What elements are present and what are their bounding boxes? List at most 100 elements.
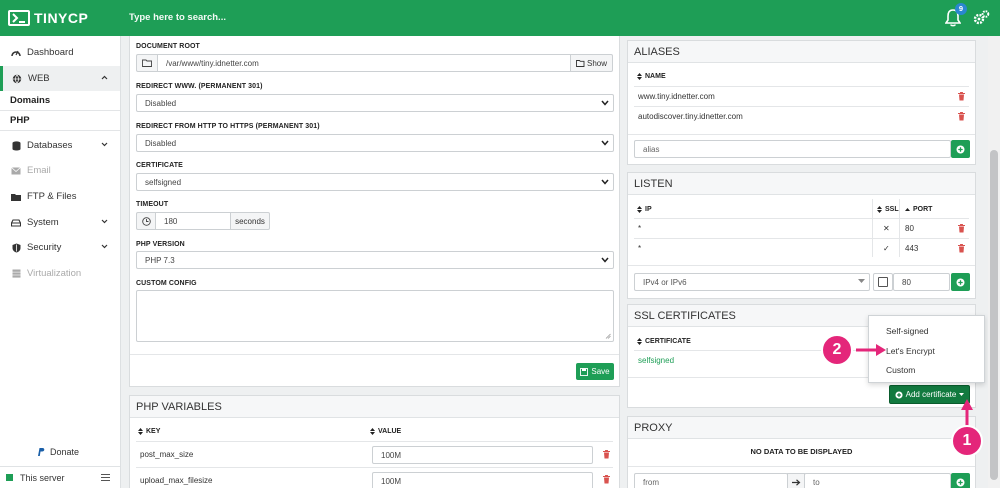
column-header-certificate[interactable]: CERTIFICATE (637, 338, 691, 345)
listen-ssl: ✕ (883, 224, 890, 233)
redirect-www-select[interactable]: Disabled (136, 94, 614, 112)
redirect-www-value: Disabled (145, 98, 177, 108)
server-status-icon (6, 474, 13, 481)
php-version-select[interactable]: PHP 7.3 (136, 251, 614, 269)
sidebar-item-system[interactable]: System (0, 210, 120, 235)
logo-text: TINYCP (34, 10, 89, 26)
trash-icon[interactable] (603, 450, 610, 459)
annotation-step-1: 1 (951, 425, 983, 457)
chevron-up-icon (101, 75, 108, 80)
show-button[interactable]: Show (570, 54, 613, 72)
clock-icon (136, 212, 156, 230)
sidebar-item-label: Security (27, 242, 62, 253)
sidebar-sub-domains[interactable]: Domains (0, 91, 120, 111)
chevron-down-icon (101, 142, 108, 147)
php-version-value: PHP 7.3 (145, 255, 175, 265)
sidebar-item-label: Email (27, 165, 51, 176)
trash-icon[interactable] (958, 224, 965, 233)
save-button[interactable]: Save (576, 363, 614, 380)
column-header-ssl[interactable]: SSL (877, 206, 899, 213)
certificate-value: selfsigned (145, 177, 182, 187)
list-icon (101, 474, 110, 481)
custom-config-textarea[interactable] (136, 290, 614, 342)
scrollbar-thumb[interactable] (990, 150, 998, 480)
proxy-from-input[interactable]: from (634, 473, 788, 488)
column-header-name[interactable]: NAME (637, 73, 666, 80)
sort-icon (637, 73, 642, 80)
donate-link[interactable]: Donate (37, 447, 79, 457)
sidebar-item-label: System (27, 217, 59, 228)
document-root-label: DOCUMENT ROOT (136, 43, 200, 50)
sidebar-item-ftp-files[interactable]: FTP & Files (0, 184, 120, 209)
column-header-port[interactable]: PORT (905, 206, 932, 213)
table-row: upload_max_filesize 100M (136, 467, 613, 488)
listen-panel: LISTEN IP SSL PORT * ✕ 80 * ✓ 443 IPv4 o… (627, 172, 976, 299)
trash-icon[interactable] (958, 244, 965, 253)
trash-icon[interactable] (958, 112, 965, 121)
plus-circle-icon (956, 145, 965, 154)
plus-circle-icon (956, 478, 965, 487)
add-proxy-button[interactable] (951, 473, 970, 488)
sidebar-sub-php[interactable]: PHP (0, 111, 120, 131)
sidebar-item-label: WEB (28, 73, 50, 84)
ssl-checkbox[interactable] (878, 277, 888, 287)
sidebar-item-databases[interactable]: Databases (0, 133, 120, 158)
folder-open-icon (576, 59, 585, 67)
server-label: This server (20, 472, 65, 483)
sidebar-item-label: Virtualization (27, 268, 82, 279)
listen-port: 80 (905, 224, 914, 233)
shield-icon (10, 243, 22, 253)
sidebar-item-web[interactable]: WEB (0, 66, 120, 91)
var-key: post_max_size (140, 450, 194, 459)
ip-select[interactable]: IPv4 or IPv6 (634, 273, 870, 291)
sidebar-item-security[interactable]: Security (0, 235, 120, 260)
server-selector[interactable]: This server (0, 466, 120, 488)
sidebar-item-virtualization[interactable]: Virtualization (0, 261, 120, 286)
logo[interactable]: TINYCP (8, 9, 88, 27)
add-alias-button[interactable] (951, 140, 970, 158)
add-listen-button[interactable] (951, 273, 970, 291)
certificate-select[interactable]: selfsigned (136, 173, 614, 191)
port-field[interactable]: 80 (893, 273, 950, 291)
var-value-field[interactable]: 100M (372, 446, 593, 464)
ssl-checkbox-wrapper[interactable] (873, 273, 893, 291)
sidebar-item-dashboard[interactable]: Dashboard (0, 40, 120, 65)
sort-icon (138, 428, 143, 435)
proxy-to-input[interactable]: to (804, 473, 951, 488)
column-label: CERTIFICATE (645, 338, 691, 345)
save-label: Save (591, 367, 610, 376)
alias-input[interactable]: alias (634, 140, 951, 158)
redirect-https-select[interactable]: Disabled (136, 134, 614, 152)
timeout-field[interactable]: 180 (155, 212, 231, 230)
certificate-link[interactable]: selfsigned (638, 356, 674, 365)
gears-icon[interactable] (972, 9, 990, 27)
plus-circle-icon (956, 278, 965, 287)
timeout-unit: seconds (230, 212, 270, 230)
server-icon (10, 269, 22, 278)
drive-icon (10, 218, 22, 227)
column-header-value[interactable]: VALUE (370, 428, 401, 435)
chevron-down-icon (101, 244, 108, 249)
sort-icon (637, 338, 642, 345)
listen-ip: * (638, 224, 642, 233)
aliases-panel: ALIASES NAME www.tiny.idnetter.com autod… (627, 40, 976, 165)
trash-icon[interactable] (603, 475, 610, 484)
domain-settings-panel: DOCUMENT ROOT /var/www/tiny.idnetter.com… (129, 36, 620, 387)
column-header-key[interactable]: KEY (138, 428, 160, 435)
column-label: IP (645, 206, 652, 213)
chevron-down-icon (601, 100, 609, 106)
column-label: SSL (885, 206, 899, 213)
sidebar-item-email[interactable]: Email (0, 158, 120, 183)
divider (628, 134, 975, 135)
search-input[interactable]: Type here to search... (129, 12, 226, 23)
folder-icon (10, 193, 22, 201)
trash-icon[interactable] (958, 92, 965, 101)
table-row: * ✕ 80 (634, 218, 969, 238)
document-root-field[interactable]: /var/www/tiny.idnetter.com (157, 54, 571, 72)
column-header-ip[interactable]: IP (637, 206, 652, 213)
envelope-icon (10, 166, 22, 175)
sort-asc-icon (905, 207, 910, 212)
table-row: autodiscover.tiny.idnetter.com (634, 106, 969, 126)
var-value-field[interactable]: 100M (372, 472, 593, 488)
chevron-down-icon (101, 219, 108, 224)
